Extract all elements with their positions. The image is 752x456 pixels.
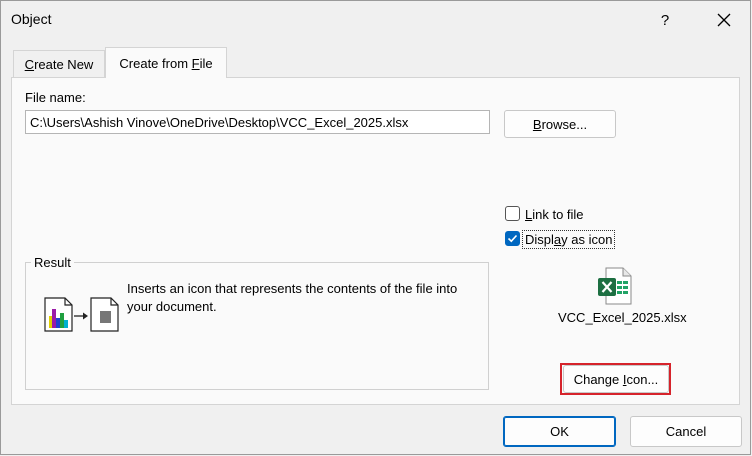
result-description: Inserts an icon that represents the cont… — [127, 281, 458, 314]
result-illustration — [43, 297, 123, 333]
excel-file-icon — [598, 267, 632, 305]
ok-button[interactable]: OK — [503, 416, 616, 447]
embed-diagram-icon — [44, 297, 119, 332]
help-button[interactable]: ? — [651, 7, 679, 33]
tab-create-from-file[interactable]: Create from File — [105, 47, 227, 78]
display-as-icon-checkbox[interactable] — [505, 231, 520, 246]
close-icon — [717, 13, 731, 27]
file-name-label: File name: — [25, 90, 86, 105]
title-bar: Object ? — [1, 1, 750, 39]
checkmark-icon — [507, 234, 518, 243]
close-button[interactable] — [706, 5, 742, 35]
file-name-input[interactable] — [25, 110, 490, 134]
object-dialog: Object ? Create New Create from File Fil… — [0, 0, 751, 455]
icon-caption: VCC_Excel_2025.xlsx — [558, 310, 687, 325]
link-to-file-checkbox[interactable] — [505, 206, 520, 221]
change-icon-button[interactable]: Change Icon... — [563, 365, 669, 393]
browse-button[interactable]: Browse... — [504, 110, 616, 138]
result-title: Result — [31, 255, 74, 270]
icon-preview — [597, 267, 633, 305]
cancel-button[interactable]: Cancel — [630, 416, 742, 447]
link-to-file-label[interactable]: Link to file — [525, 207, 584, 222]
dialog-title: Object — [11, 11, 52, 27]
tab-create-new[interactable]: Create New — [13, 50, 105, 78]
display-as-icon-label[interactable]: Display as icon — [522, 230, 616, 249]
